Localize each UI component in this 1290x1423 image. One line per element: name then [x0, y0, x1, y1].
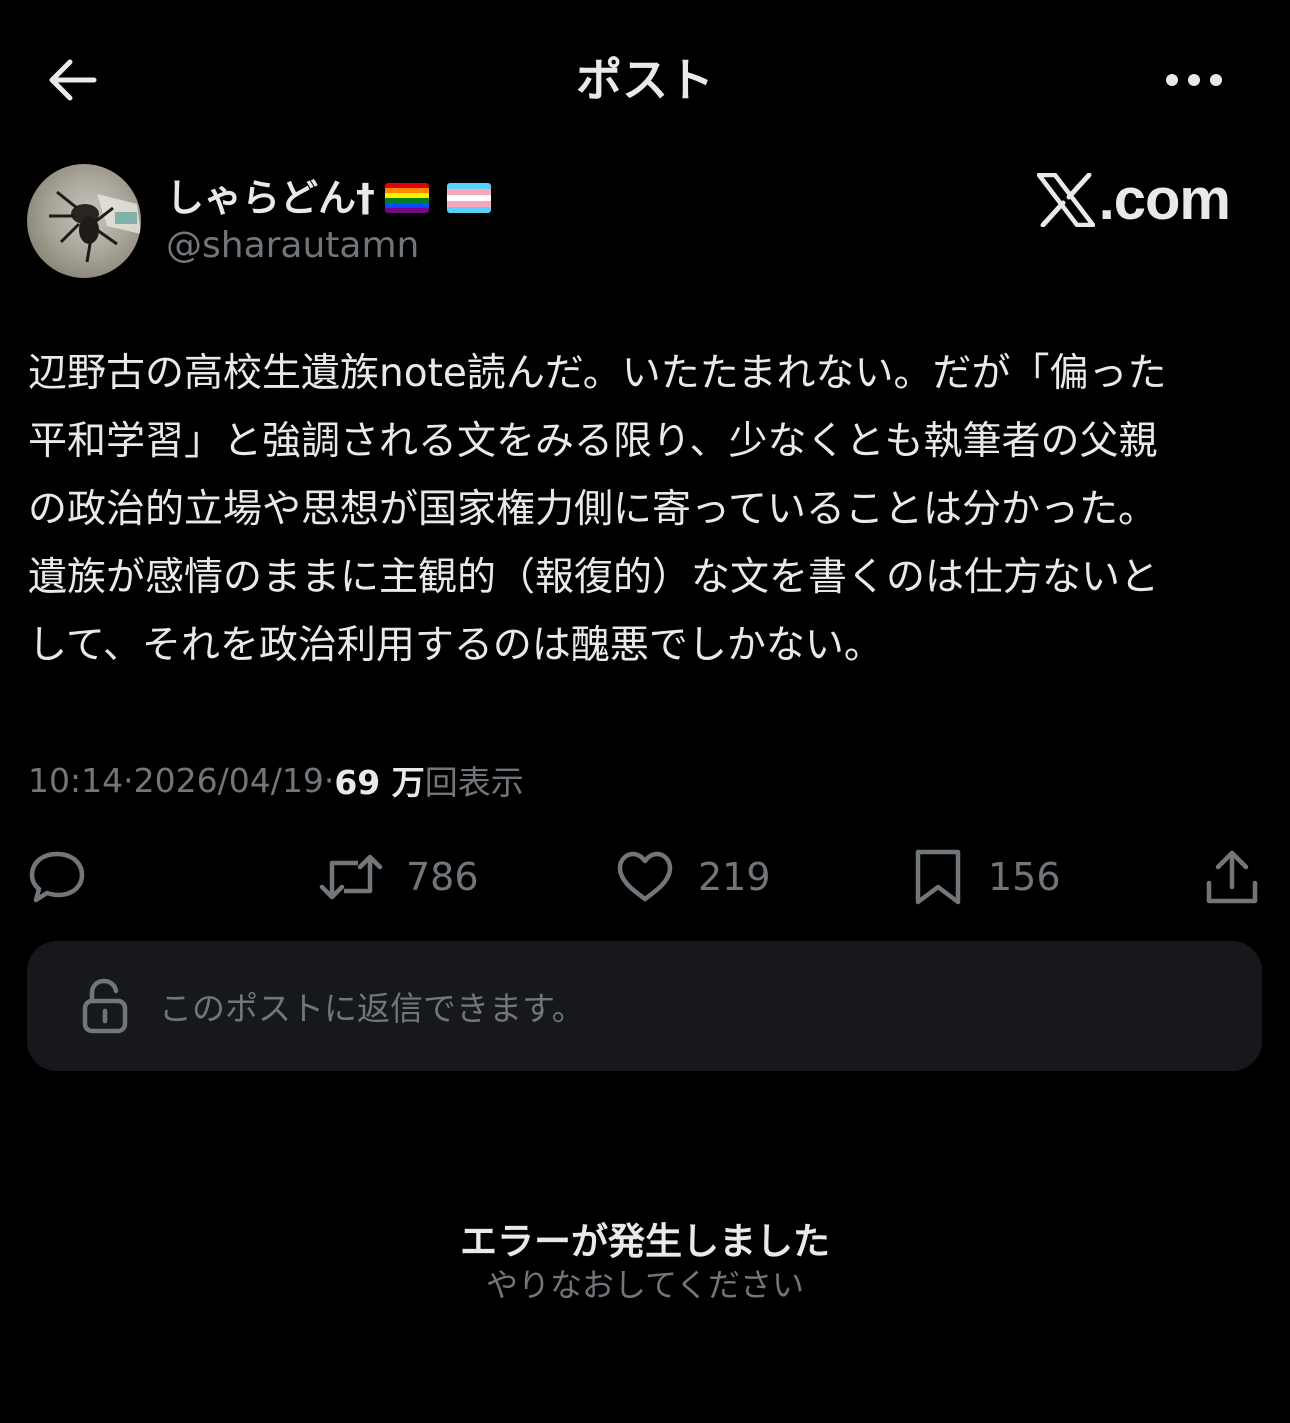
- x-logo-icon: [1036, 173, 1095, 227]
- reply-button[interactable]: [28, 845, 108, 909]
- views-label: 回表示: [424, 763, 524, 802]
- bookmark-button[interactable]: 156: [910, 845, 1061, 909]
- meta-separator: ·: [123, 760, 134, 800]
- reply-permission-box: このポストに返信できます。: [27, 941, 1262, 1071]
- retweet-count: 786: [406, 855, 479, 899]
- post-text: 辺野古の高校生遺族note読んだ。いたたまれない。だが「偏った 平和学習」と強調…: [28, 351, 1167, 668]
- unlock-icon: [81, 976, 129, 1036]
- like-button[interactable]: 219: [614, 845, 771, 909]
- heart-icon: [617, 851, 673, 902]
- share-button[interactable]: [1204, 845, 1260, 909]
- post-time[interactable]: 10:14: [28, 761, 123, 800]
- retweet-icon: [319, 854, 383, 900]
- meta-separator: ·: [323, 760, 335, 800]
- bookmark-count: 156: [988, 855, 1061, 899]
- user-handle[interactable]: @sharautamn: [166, 222, 419, 270]
- avatar[interactable]: [27, 164, 141, 278]
- error-retry-link[interactable]: やりなおしてください: [0, 1262, 1290, 1308]
- views-count[interactable]: 69 万: [334, 756, 424, 804]
- more-horizontal-icon: [1166, 74, 1222, 86]
- post-meta: 10:14 · 2026/04/19 · 69 万 回表示: [28, 752, 524, 808]
- like-count: 219: [698, 855, 771, 899]
- more-options-button[interactable]: [1158, 56, 1230, 104]
- share-icon: [1206, 850, 1258, 904]
- speech-bubble-icon: [29, 851, 85, 903]
- post-date[interactable]: 2026/04/19: [134, 761, 324, 800]
- rainbow-flag-icon: [385, 183, 430, 213]
- watermark-text: .com: [1098, 167, 1231, 232]
- display-name-row: しゃらどん†: [166, 172, 492, 224]
- avatar-photo: [49, 190, 141, 263]
- transgender-flag-icon: [447, 183, 492, 213]
- x-com-watermark: .com: [1030, 167, 1231, 232]
- page-title: ポスト: [576, 53, 714, 107]
- retweet-button[interactable]: 786: [318, 845, 479, 909]
- display-name[interactable]: しゃらどん†: [166, 173, 375, 223]
- error-title: エラーが発生しました: [460, 1220, 830, 1263]
- bookmark-icon: [915, 849, 961, 905]
- reply-permission-note: このポストに返信できます。: [159, 989, 585, 1028]
